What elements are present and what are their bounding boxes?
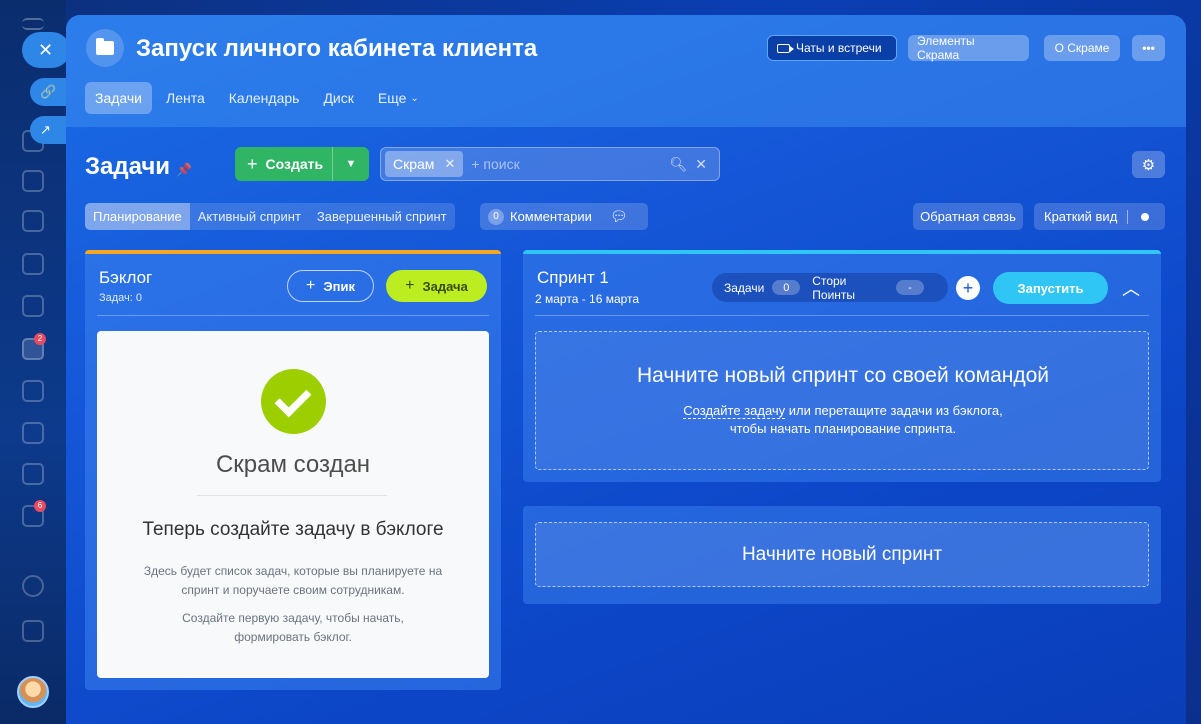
project-tabs: Задачи Лента Календарь Диск Еще ⌄ <box>85 82 433 114</box>
tasks-count: 0 <box>772 280 801 295</box>
sprint-stats: Задачи 0 Стори Поинты - <box>712 273 948 302</box>
clear-icon[interactable]: ✕ <box>695 156 707 173</box>
app-sidebar: 2 6 <box>0 0 66 724</box>
tab-feed[interactable]: Лента <box>156 82 215 114</box>
drop-title: Начните новый спринт со своей командой <box>636 364 1050 387</box>
search-icon[interactable]: 🔍︎ <box>669 156 687 173</box>
plus-icon: + <box>306 277 316 294</box>
store-icon[interactable] <box>22 422 44 444</box>
empty-text-1: Здесь будет список задач, которые вы пла… <box>143 564 443 597</box>
empty-subtitle: Теперь создайте задачу в бэклоге <box>142 519 444 540</box>
checkmark-icon <box>261 369 326 434</box>
drop-text: Создайте задачу или перетащите задачи из… <box>683 403 1003 436</box>
toggle-switch[interactable] <box>1127 209 1153 224</box>
scrum-panel: Запуск личного кабинета клиента Чаты и в… <box>66 15 1186 724</box>
empty-title: Скрам создан <box>215 451 371 478</box>
search-filter[interactable]: Скрам ✕ + поиск 🔍︎ ✕ <box>380 147 720 181</box>
scrum-elements-button[interactable]: Элементы Скрама <box>908 34 1029 62</box>
add-task-button[interactable]: + Задача <box>386 270 487 302</box>
settings-icon[interactable] <box>22 575 44 597</box>
video-camera-icon <box>777 43 794 53</box>
new-sprint-button[interactable]: Начните новый спринт <box>535 522 1149 587</box>
create-task-link[interactable]: Создайте задачу <box>683 403 786 419</box>
remove-chip-icon[interactable]: ✕ <box>444 156 455 172</box>
add-epic-button[interactable]: + Эпик <box>287 270 374 302</box>
file-icon[interactable] <box>22 295 44 317</box>
gear-icon[interactable]: ⚙ <box>1132 151 1165 178</box>
tasks-badge: 2 <box>34 333 46 345</box>
hexagon-icon[interactable] <box>22 210 44 232</box>
backlog-empty-state: Скрам создан Теперь создайте задачу в бэ… <box>97 331 489 678</box>
mail-icon[interactable] <box>22 463 44 485</box>
chevron-up-icon[interactable]: ︿ <box>1121 274 1141 302</box>
tab-planning[interactable]: Планирование <box>85 203 190 230</box>
short-view-toggle[interactable]: Краткий вид <box>1034 203 1165 230</box>
tab-active-sprint[interactable]: Активный спринт <box>190 203 309 230</box>
story-points-value: - <box>896 280 924 295</box>
tab-disk[interactable]: Диск <box>313 82 363 114</box>
avatar[interactable] <box>17 676 49 708</box>
add-task-to-sprint-button[interactable]: + <box>956 276 980 300</box>
project-header: Запуск личного кабинета клиента Чаты и в… <box>66 15 1186 127</box>
search-input[interactable]: + поиск <box>471 156 669 172</box>
funnel-badge: 6 <box>34 500 46 512</box>
pin-icon[interactable]: 📌 <box>176 162 192 178</box>
new-sprint-card: Начните новый спринт <box>523 506 1161 604</box>
page-title: Задачи <box>85 153 171 180</box>
collapse-icon[interactable] <box>22 620 44 642</box>
start-sprint-button[interactable]: Запустить <box>993 272 1108 304</box>
chevron-down-icon: ⌄ <box>410 92 419 104</box>
sprint-dates[interactable]: 2 марта - 16 марта <box>535 292 639 306</box>
copy-link-button[interactable]: 🔗 <box>30 78 66 106</box>
about-scrum-button[interactable]: О Скраме <box>1044 35 1120 61</box>
open-new-window-button[interactable]: ↗ <box>30 116 66 144</box>
chevron-down-icon[interactable]: ▼ <box>333 158 369 170</box>
feedback-button[interactable]: Обратная связь <box>913 203 1023 230</box>
more-button[interactable]: ••• <box>1132 35 1165 61</box>
chats-meetings-button[interactable]: Чаты и встречи <box>767 35 897 61</box>
divider <box>97 315 489 316</box>
comments-count: 0 <box>488 208 504 225</box>
divider <box>535 315 1149 316</box>
backlog-title: Бэклог <box>99 268 153 287</box>
backlog-count: Задач: 0 <box>99 292 143 304</box>
folder-icon <box>86 29 124 67</box>
tab-calendar[interactable]: Календарь <box>219 82 310 114</box>
sprint-title[interactable]: Спринт 1 <box>537 268 609 288</box>
plus-icon: + <box>247 153 258 174</box>
create-button[interactable]: + Создать ▼ <box>235 147 369 181</box>
contacts-icon[interactable] <box>22 380 44 402</box>
create-main-button[interactable]: + Создать <box>235 147 333 181</box>
close-slider-button[interactable]: ✕ <box>22 32 70 68</box>
backlog-column: Бэклог Задач: 0 + Эпик + Задача Скрам со… <box>85 250 501 690</box>
empty-text-2: Создайте первую задачу, чтобы начать, фо… <box>182 611 404 644</box>
menu-icon[interactable] <box>22 18 44 30</box>
tab-tasks[interactable]: Задачи <box>85 82 153 114</box>
sprint-drop-zone[interactable]: Начните новый спринт со своей командой С… <box>535 331 1149 470</box>
plus-icon: + <box>405 277 415 294</box>
calendar-icon[interactable] <box>22 253 44 275</box>
tab-more[interactable]: Еще ⌄ <box>368 82 429 114</box>
tab-completed-sprint[interactable]: Завершенный спринт <box>309 203 455 230</box>
chat-bubble-icon: 💬︎ <box>609 208 628 224</box>
mode-tabs: Планирование Активный спринт Завершенный… <box>85 203 455 230</box>
filter-chip[interactable]: Скрам ✕ <box>385 151 464 177</box>
document-icon[interactable] <box>22 170 44 192</box>
project-title: Запуск личного кабинета клиента <box>136 35 538 62</box>
divider <box>197 495 387 496</box>
comments-button[interactable]: 0 Комментарии 💬︎ <box>480 203 648 230</box>
sprint-card: Спринт 1 2 марта - 16 марта Задачи 0 Сто… <box>523 250 1161 482</box>
